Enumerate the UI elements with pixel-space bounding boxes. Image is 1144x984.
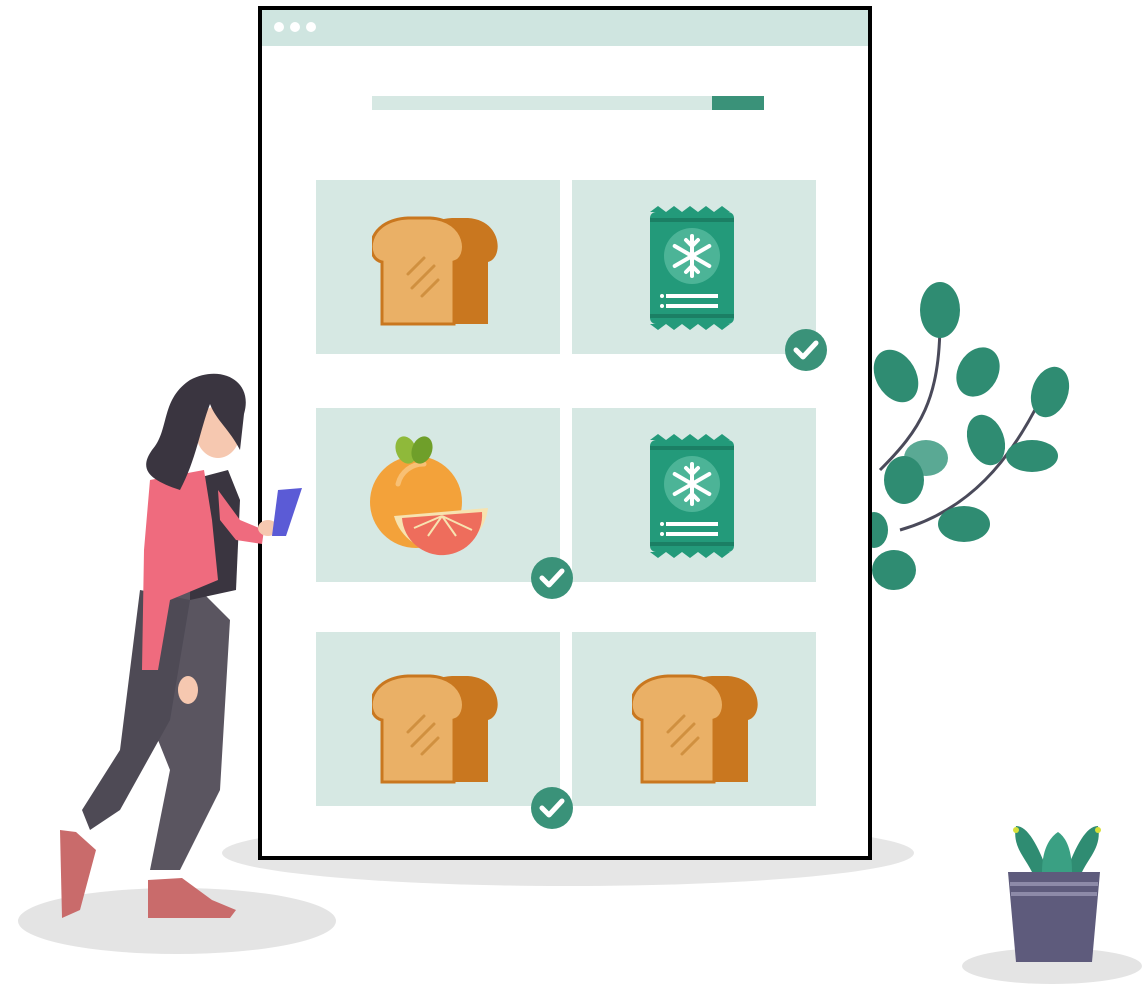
bread-icon (372, 216, 500, 326)
woman-with-phone-illustration (60, 373, 302, 918)
orange-grapefruit-icon (370, 436, 488, 556)
tile-frozen-food[interactable] (572, 180, 816, 354)
tile-frozen-food[interactable] (572, 408, 816, 582)
bread-icon (372, 674, 500, 784)
search-input[interactable] (372, 96, 712, 110)
window-dot-icon[interactable] (306, 22, 316, 32)
plant-branch-illustration (860, 282, 1070, 590)
browser-window (258, 6, 872, 860)
check-icon[interactable] (530, 556, 574, 600)
tile-bread[interactable] (572, 632, 816, 806)
tile-bread[interactable] (316, 180, 560, 354)
bread-icon (632, 674, 760, 784)
window-dot-icon[interactable] (274, 22, 284, 32)
check-icon[interactable] (530, 786, 574, 830)
check-icon[interactable] (784, 328, 828, 372)
title-bar (262, 10, 868, 46)
frozen-food-bag-icon (648, 206, 736, 332)
search-button[interactable] (712, 96, 764, 110)
tile-fruit[interactable] (316, 408, 560, 582)
frozen-food-bag-icon (648, 434, 736, 560)
tile-bread[interactable] (316, 632, 560, 806)
window-dot-icon[interactable] (290, 22, 300, 32)
potted-plant-illustration (1008, 826, 1101, 962)
